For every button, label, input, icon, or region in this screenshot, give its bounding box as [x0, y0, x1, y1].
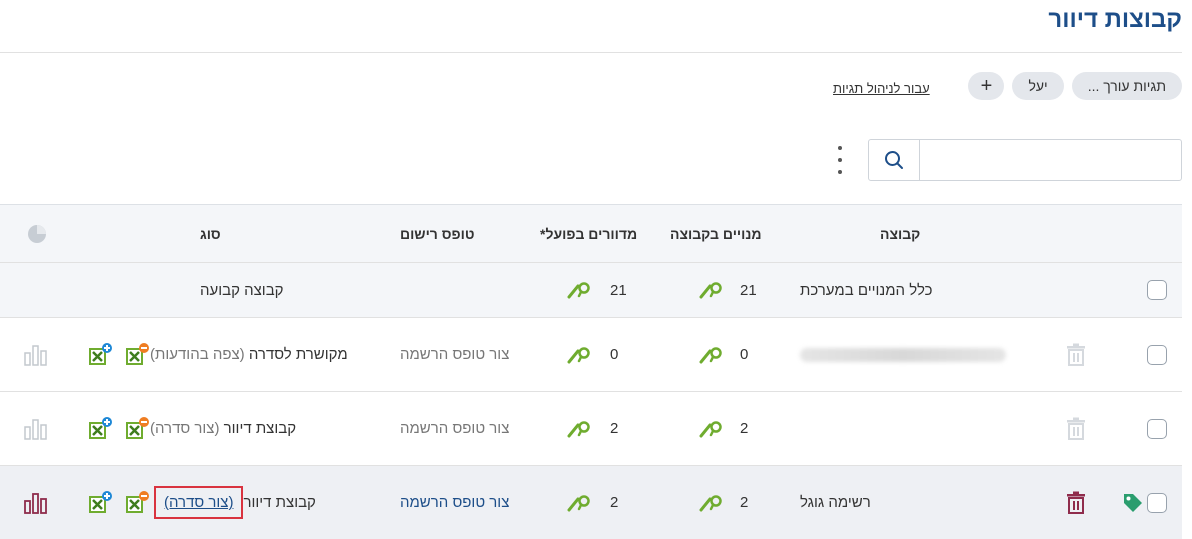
tag-icon[interactable]: [1122, 466, 1144, 539]
pie-chart-icon: [22, 205, 52, 262]
view-messages-link[interactable]: (צפה בהודעות): [150, 346, 245, 363]
group-type: קבוצת דיוור (צור סדרה): [150, 466, 388, 539]
members-count: 2: [740, 420, 749, 437]
excel-add-icon[interactable]: [83, 392, 113, 465]
group-type: קבוצה קבועה: [200, 281, 284, 299]
edit-members-icon[interactable]: [694, 466, 724, 539]
actual-count: 0: [610, 346, 619, 363]
edit-actual-icon[interactable]: [562, 318, 592, 391]
column-header-group[interactable]: קבוצה: [880, 205, 1033, 262]
search-input[interactable]: [920, 140, 1181, 180]
excel-add-icon[interactable]: [83, 318, 113, 391]
search-button[interactable]: [869, 140, 920, 180]
group-name-blurred: [800, 318, 1033, 391]
column-header-members[interactable]: מנויים בקבוצה: [670, 205, 786, 262]
table-row: 2 2 צור טופס הרשמה קבוצת דיוור (צור סדרה…: [0, 391, 1182, 465]
row-checkbox[interactable]: [1147, 344, 1167, 365]
members-count: 2: [740, 494, 749, 511]
trash-icon: [1065, 392, 1087, 465]
groups-table: סוג טופס רישום מדוורים בפועל* מנויים בקב…: [0, 204, 1182, 539]
bar-chart-icon[interactable]: [22, 466, 48, 539]
tags-bar: תגיות עורך ... יעל +: [968, 72, 1182, 100]
excel-add-icon[interactable]: [83, 466, 113, 539]
create-form-link[interactable]: צור טופס הרשמה: [400, 466, 532, 539]
table-row: 0 0 צור טופס הרשמה מקושרת לסדרה (צפה בהו…: [0, 317, 1182, 391]
table-row: רשימה גוגל 2 2 צור טופס הרשמה קבוצת דיוו…: [0, 465, 1182, 539]
members-count: 0: [740, 346, 749, 363]
add-tag-button[interactable]: +: [968, 72, 1005, 100]
title-divider: [0, 52, 1182, 53]
edit-actual-icon[interactable]: [562, 392, 592, 465]
edit-members-icon[interactable]: [694, 392, 724, 465]
group-type: קבוצת דיוור (צור סדרה): [150, 420, 297, 437]
group-name: רשימה גוגל: [800, 494, 871, 511]
column-header-form[interactable]: טופס רישום: [400, 205, 532, 262]
create-form-link[interactable]: צור טופס הרשמה: [400, 318, 532, 391]
row-checkbox[interactable]: [1147, 418, 1167, 439]
table-row: כלל המנויים במערכת 21 21 קבוצה קבועה: [0, 262, 1182, 317]
create-form-link[interactable]: צור טופס הרשמה: [400, 392, 532, 465]
row-checkbox[interactable]: [1147, 492, 1167, 513]
group-type: מקושרת לסדרה (צפה בהודעות): [150, 346, 348, 363]
bar-chart-icon: [22, 392, 48, 465]
excel-remove-icon[interactable]: [120, 318, 150, 391]
actual-count: 2: [610, 494, 619, 511]
group-name: [800, 392, 1033, 465]
actual-count: 21: [610, 281, 627, 299]
group-name: כלל המנויים במערכת: [800, 281, 933, 299]
search-icon: [885, 151, 903, 169]
excel-remove-icon[interactable]: [120, 392, 150, 465]
kebab-menu-icon[interactable]: [830, 146, 850, 174]
search-box: [868, 139, 1182, 181]
row-checkbox[interactable]: [1147, 280, 1167, 300]
edit-members-icon[interactable]: [694, 263, 724, 317]
page-title: קבוצות דיוור: [1048, 6, 1182, 33]
tag-chip-yael[interactable]: יעל: [1012, 72, 1064, 100]
create-series-link[interactable]: (צור סדרה): [150, 420, 219, 437]
trash-icon[interactable]: [1065, 466, 1087, 539]
table-header: סוג טופס רישום מדוורים בפועל* מנויים בקב…: [0, 204, 1182, 262]
column-header-actual[interactable]: מדוורים בפועל*: [540, 205, 664, 262]
manage-tags-link[interactable]: עבור לניהול תגיות: [833, 81, 930, 96]
trash-icon: [1065, 318, 1087, 391]
members-count: 21: [740, 281, 757, 299]
column-header-type[interactable]: סוג: [200, 205, 388, 262]
edit-actual-icon[interactable]: [562, 263, 592, 317]
excel-remove-icon[interactable]: [120, 466, 150, 539]
create-series-link-highlighted[interactable]: (צור סדרה): [154, 486, 244, 519]
tag-chip-editor-tags[interactable]: תגיות עורך ...: [1071, 72, 1182, 100]
actual-count: 2: [610, 420, 619, 437]
edit-members-icon[interactable]: [694, 318, 724, 391]
bar-chart-icon: [22, 318, 48, 391]
edit-actual-icon[interactable]: [562, 466, 592, 539]
